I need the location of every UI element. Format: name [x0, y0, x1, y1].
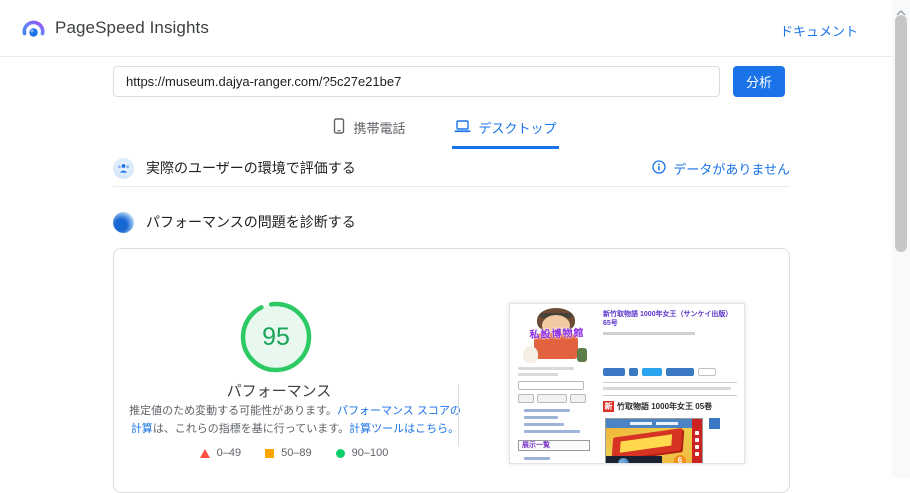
url-input[interactable] — [113, 66, 720, 97]
disclaimer-text-2: は、これらの指標を基に行っています。 — [152, 423, 350, 436]
users-icon — [113, 157, 134, 179]
thumb-text-line — [518, 373, 558, 376]
thumb-tags-line — [603, 387, 731, 390]
documentation-link[interactable]: ドキュメント — [780, 21, 858, 40]
analyze-button[interactable]: 分析 — [733, 66, 785, 97]
vertical-divider — [458, 384, 459, 446]
scrollbar-track[interactable] — [892, 0, 910, 478]
thumb-search-box — [518, 381, 584, 390]
phone-icon — [333, 118, 345, 137]
performance-report-card: 95 パフォーマンス 推定値のため変動する可能性があります。パフォーマンス スコ… — [113, 248, 790, 493]
pagespeed-logo-icon — [20, 17, 46, 39]
performance-score-label: パフォーマンス — [226, 383, 332, 400]
thumb-divider — [603, 395, 737, 396]
performance-score-gauge[interactable]: 95 — [240, 301, 312, 373]
legend-range-average: 50–89 — [281, 447, 312, 459]
thumb-share-buttons — [603, 368, 716, 376]
tab-mobile[interactable]: 携帯電話 — [331, 110, 407, 149]
tab-mobile-label: 携帯電話 — [353, 121, 406, 136]
section-divider — [113, 186, 790, 187]
no-data-status[interactable]: データがありません — [652, 159, 790, 178]
thumb-site-name: 私設博物館 — [529, 328, 585, 341]
thumb-page-title: 新竹取物語 1000年女王（サンケイ出版）65号 — [603, 311, 733, 327]
score-legend: 0–49 50–89 90–100 — [124, 447, 464, 459]
thumb-article-title: 竹取物語 1000年女王 05巻 — [617, 402, 713, 411]
thumb-divider — [603, 382, 737, 383]
score-disclaimer: 推定値のため変動する可能性があります。パフォーマンス スコアの計算は、これらの指… — [129, 402, 461, 438]
orange-square-icon — [265, 448, 275, 458]
field-data-section-header: 実際のユーザーの環境で評価する データがありません — [113, 156, 790, 180]
device-tabs: 携帯電話 デスクトップ — [0, 110, 890, 149]
lab-section-header: パフォーマンスの問題を診断する — [113, 210, 790, 234]
thumb-sidebar: 私設博物館 展示一覧 — [516, 308, 596, 463]
calc-tool-link[interactable]: 計算ツールはこちら。 — [349, 423, 459, 435]
info-icon — [652, 159, 667, 177]
thumb-widget-icon — [709, 418, 720, 429]
green-circle-icon — [335, 448, 345, 458]
no-data-label: データがありません — [673, 161, 790, 177]
thumb-breadcrumb-line — [603, 331, 695, 335]
thumb-main-content: 新竹取物語 1000年女王（サンケイ出版）65号 新 竹取物語 1000年女王 … — [603, 311, 739, 463]
app-header: PageSpeed Insights ドキュメント — [0, 0, 910, 57]
diagnose-gauge-icon — [113, 211, 134, 233]
thumb-text-line — [518, 367, 574, 370]
laptop-icon — [454, 119, 471, 136]
legend-item-pass: 90–100 — [335, 447, 389, 459]
thumb-sidebar-box-title: 展示一覧 — [518, 440, 590, 451]
page-screenshot-thumbnail: 私設博物館 展示一覧 新竹取物語 1000年女王（サンケイ出版）65号 新 竹取… — [509, 303, 745, 464]
field-section-title: 実際のユーザーの環境で評価する — [146, 160, 356, 176]
legend-item-fail: 0–49 — [199, 447, 242, 459]
thumb-article-heading: 新 竹取物語 1000年女王 05巻 — [603, 401, 712, 412]
legend-item-average: 50–89 — [265, 447, 312, 459]
lab-section-title: パフォーマンスの問題を診断する — [146, 214, 356, 230]
thumb-site-logo: 私設博物館 — [521, 308, 591, 364]
thumb-comic-cover-image: 6 — [605, 418, 703, 463]
thumb-new-badge: 新 — [603, 401, 614, 412]
thumb-nav-links — [516, 457, 596, 463]
scrollbar-thumb[interactable] — [895, 15, 907, 252]
page-title: PageSpeed Insights — [55, 18, 209, 37]
legend-range-pass: 90–100 — [351, 447, 389, 459]
performance-score-value: 95 — [262, 322, 290, 351]
legend-range-fail: 0–49 — [216, 447, 242, 459]
red-triangle-icon — [199, 448, 210, 458]
tab-desktop-label: デスクトップ — [478, 121, 557, 136]
thumb-search-buttons — [518, 394, 596, 403]
disclaimer-text-1: 推定値のため変動する可能性があります。 — [129, 405, 338, 417]
thumb-nav-links — [516, 409, 596, 433]
tab-desktop[interactable]: デスクトップ — [451, 110, 559, 149]
